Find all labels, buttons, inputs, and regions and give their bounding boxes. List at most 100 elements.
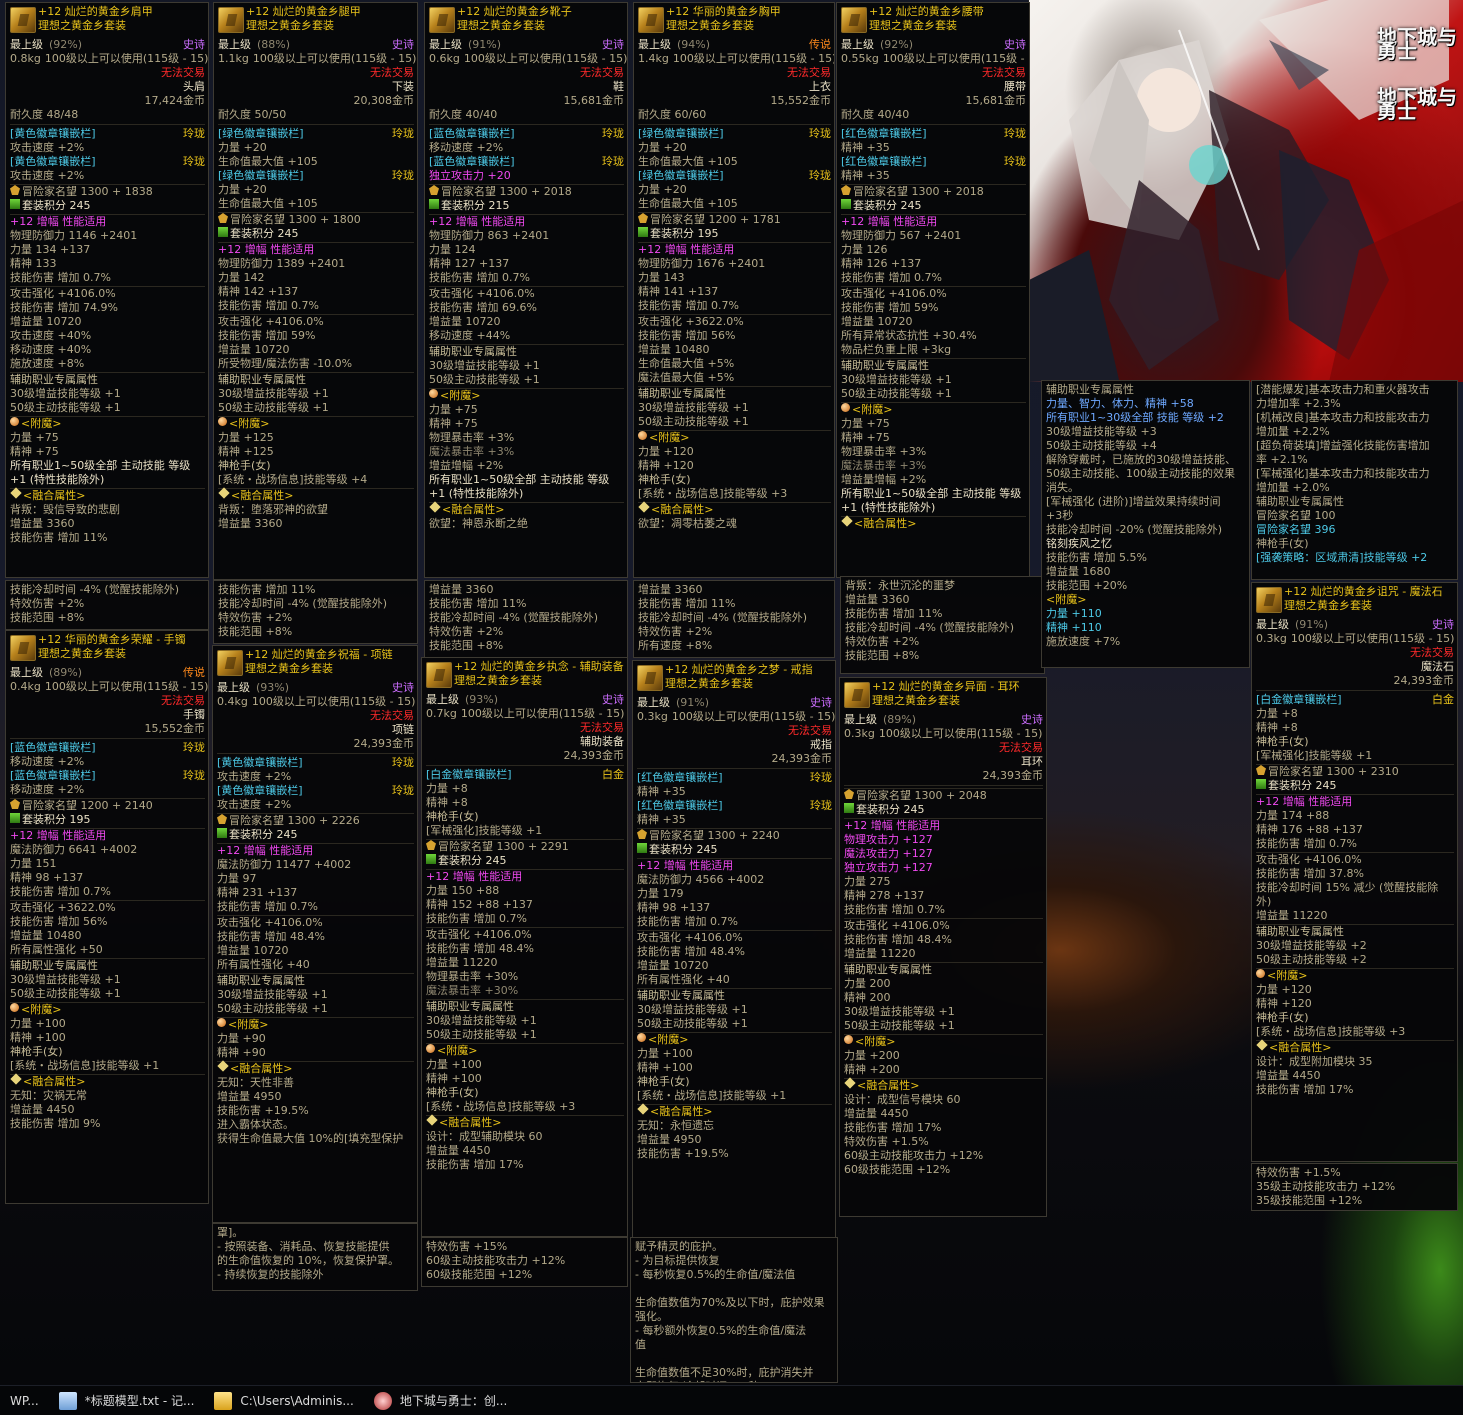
tooltip-line: 所有异常状态抗性 +30.4% bbox=[841, 329, 1026, 343]
tooltip-line-text: 精神 +35 bbox=[841, 141, 890, 154]
divider bbox=[10, 124, 205, 125]
tooltip-line-text: 增益量 11220 bbox=[844, 947, 916, 960]
tooltip-line: 50级主动技能等级 +1 bbox=[841, 387, 1026, 401]
tooltip-line: 生命值数值不足30%时，庇护消失并 bbox=[635, 1366, 814, 1379]
tooltip-line: 30级增益技能等级 +3 bbox=[1046, 425, 1157, 438]
socket-type-label: 玲珑 bbox=[183, 769, 205, 782]
tooltip-line-text: 设计：成型辅助模块 60 bbox=[426, 1130, 543, 1143]
taskbar-item-explorer[interactable]: C:\Users\Adminis... bbox=[204, 1386, 363, 1415]
tooltip-line bbox=[635, 1352, 833, 1366]
tooltip-line: 增益量 3360 bbox=[218, 517, 414, 531]
tooltip-line: 增益量 4450 bbox=[844, 1107, 1043, 1121]
tooltip-line-text: 30级增益技能等级 +1 bbox=[10, 973, 121, 986]
tooltip-line: 技能伤害 增加 11% bbox=[429, 597, 527, 610]
taskbar-item-wps[interactable]: WP... bbox=[0, 1386, 49, 1415]
tooltip-line: 技能冷却时间 -20% (觉醒技能除外) bbox=[1046, 523, 1222, 536]
fame-icon bbox=[426, 840, 436, 850]
tooltip-line: 攻击强化 +4106.0% bbox=[429, 286, 624, 301]
tooltip-header: +12 灿烂的黄金乡诅咒 - 魔法石 理想之黄金乡套装 bbox=[1256, 585, 1454, 618]
notepad-icon bbox=[58, 1391, 77, 1410]
tooltip-line: 30级增益技能等级 +1 bbox=[841, 373, 1026, 387]
tooltip-line: 增益量 3360 bbox=[429, 583, 494, 596]
tooltip-line-text: 所有属性强化 +40 bbox=[637, 973, 730, 986]
game-icon bbox=[373, 1391, 392, 1410]
tooltip-line: 特效伤害 +2% bbox=[218, 611, 293, 624]
tooltip-header: +12 灿烂的黄金乡之梦 - 戒指 理想之黄金乡套装 bbox=[637, 663, 832, 696]
tooltip-line: 无知：天性非善 bbox=[217, 1076, 414, 1090]
tooltip-line: 精神 142 +137 bbox=[218, 285, 414, 299]
tooltip-line-text: +12 增幅 性能适用 bbox=[10, 829, 107, 842]
tooltip-line: 30级增益技能等级 +1 bbox=[426, 1014, 624, 1028]
tooltip-line-text: [蓝色徽章镶嵌栏] bbox=[429, 127, 515, 140]
divider bbox=[10, 738, 205, 739]
tooltip-line: 物理防御力 863 +2401 bbox=[429, 229, 624, 243]
tooltip-line: 冒险家名望 1200 + 1781 bbox=[638, 212, 831, 227]
item-tooltip-magicstone: +12 灿烂的黄金乡诅咒 - 魔法石 理想之黄金乡套装 最上级 (91%) 史诗 0.3k… bbox=[1251, 582, 1458, 1162]
tooltip-line-text: 魔法暴击率 +30% bbox=[426, 984, 519, 997]
tooltip-line-text: 套装积分 245 bbox=[438, 854, 507, 867]
tooltip-line: [白金徽章镶嵌栏] 白金 bbox=[1256, 693, 1454, 707]
tooltip-line: 所有职业1~50级全部 主动技能 等级 bbox=[10, 459, 205, 473]
requirement-row: 0.4kg 100级以上可以使用(115级 - 15) bbox=[217, 695, 415, 709]
tooltip-line: 精神 141 +137 bbox=[638, 285, 831, 299]
tooltip-line: 精神 152 +88 +137 bbox=[426, 898, 624, 912]
tooltip-line-text: 神枪手(女) bbox=[10, 1045, 63, 1058]
item-grade-percent: (92%) bbox=[49, 38, 83, 51]
tooltip-line-text: 力量 +120 bbox=[638, 445, 694, 458]
tooltip-line-text: 力量 +20 bbox=[218, 183, 267, 196]
tooltip-line: 增益量 10720 bbox=[841, 315, 1026, 329]
tooltip-line: 欲望：凋零枯萎之魂 bbox=[638, 517, 831, 531]
tooltip-line bbox=[635, 1282, 833, 1296]
tooltip-line-text: 增益量 10720 bbox=[217, 944, 289, 957]
tooltip-line: 50级主动技能等级 +1 bbox=[218, 401, 414, 415]
tooltip-line-text: 冒险家名望 1300 + 2018 bbox=[853, 185, 984, 198]
tooltip-line: 技能伤害 增加 17% bbox=[1256, 1083, 1454, 1097]
tooltip-line-text: 移动速度 +2% bbox=[429, 141, 504, 154]
item-name: +12 灿烂的黄金乡执念 - 辅助装备 bbox=[454, 660, 624, 673]
tooltip-line-text: 所有异常状态抗性 +30.4% bbox=[841, 329, 977, 342]
taskbar-item-game[interactable]: 地下城与勇士：创... bbox=[364, 1386, 517, 1415]
tooltip-line: <融合属性> bbox=[218, 487, 414, 503]
tooltip-line-text: +1 (特性技能除外) bbox=[841, 501, 936, 514]
trade-status: 无法交易 bbox=[370, 709, 414, 722]
tooltip-line-text: 增益量 4450 bbox=[426, 1144, 491, 1157]
item-icon bbox=[10, 7, 36, 33]
tooltip-line: [绿色徽章镶嵌栏] 玲珑 bbox=[638, 127, 831, 141]
grade-row: 最上级 (93%) 史诗 bbox=[426, 693, 624, 707]
taskbar-item-notepad[interactable]: *标题模型.txt - 记... bbox=[49, 1386, 205, 1415]
tooltip-line-text: +1 (特性技能除外) bbox=[10, 473, 105, 486]
tooltip-line: 立即恢复(冷却时间300秒) bbox=[635, 1380, 833, 1382]
tooltip-line: 50级主动技能等级 +4 bbox=[1046, 439, 1157, 452]
grade-row: 最上级 (94%) 传说 bbox=[638, 38, 831, 52]
item-rarity: 传说 bbox=[183, 666, 205, 679]
tooltip-line-text: 增益量 4950 bbox=[637, 1133, 702, 1146]
tooltip-line: 独立攻击力 +127 bbox=[844, 861, 1043, 875]
tooltip-line: +12 增幅 性能适用 bbox=[638, 242, 831, 257]
tooltip-line-text: 套装积分 245 bbox=[229, 828, 298, 841]
set-point-icon bbox=[638, 227, 648, 237]
tooltip-line-text: 技能伤害 增加 0.7% bbox=[10, 885, 111, 898]
socket-type-label: 玲珑 bbox=[1004, 127, 1026, 140]
tooltip-header: +12 华丽的黄金乡胸甲 理想之黄金乡套装 bbox=[638, 5, 831, 38]
item-weight: 0.4kg bbox=[217, 695, 248, 708]
tooltip-line: 辅助职业专属属性 bbox=[841, 358, 1026, 373]
item-set-name: 理想之黄金乡套装 bbox=[246, 19, 334, 32]
item-name: +12 灿烂的黄金乡腿甲 bbox=[246, 5, 361, 18]
tooltip-continuation: 背叛：永世沉沦的噩梦 增益量 3360 技能伤害 增加 11% 技能冷却时间 -4% … bbox=[840, 576, 1045, 674]
tooltip-line: 攻击速度 +2% bbox=[217, 770, 414, 784]
item-price: 24,393金币 bbox=[353, 737, 415, 750]
item-slot: 下装 bbox=[392, 80, 414, 93]
tooltip-line: <附魔> bbox=[10, 416, 205, 431]
tooltip-line-text: 力量 +90 bbox=[217, 1032, 266, 1045]
tooltip-continuation: 特效伤害 +1.5% 35级主动技能攻击力 +12% 35级技能范围 +12% bbox=[1251, 1163, 1458, 1211]
tooltip-line: 技能伤害 增加 0.7% bbox=[1256, 837, 1454, 851]
tooltip-line: [蓝色徽章镶嵌栏] 玲珑 bbox=[429, 155, 624, 169]
tooltip-line-text: 物理暴击率 +3% bbox=[841, 445, 927, 458]
fame-icon bbox=[10, 799, 20, 809]
tooltip-line-text: <附魔> bbox=[228, 1018, 269, 1031]
tooltip-line: 50级主动技能等级 +1 bbox=[10, 401, 205, 415]
tooltip-line: - 为目标提供恢复 bbox=[635, 1254, 720, 1267]
item-price: 15,552金币 bbox=[770, 94, 832, 107]
tooltip-line: 增益量 3360 bbox=[10, 517, 205, 531]
tooltip-line: 力量 142 bbox=[218, 271, 414, 285]
